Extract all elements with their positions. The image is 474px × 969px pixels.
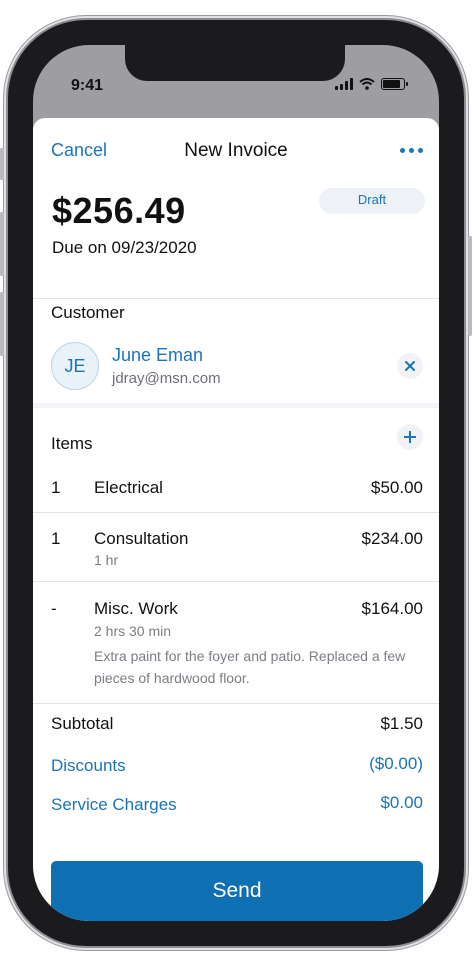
item-note: Extra paint for the foyer and patio. Rep… [94,648,406,686]
close-icon [405,361,415,371]
customer-label: Customer [51,303,125,322]
due-date: Due on 09/23/2020 [52,238,197,257]
battery-icon [381,78,408,90]
service-charges-value: $0.00 [380,793,423,812]
avatar: JE [51,342,99,390]
page-title: New Invoice [184,140,288,161]
divider [33,512,439,513]
volume-down-button [0,292,4,356]
send-button[interactable]: Send [51,861,423,921]
status-icons [335,78,408,90]
item-name: Misc. Work [94,599,178,618]
wifi-icon [359,78,375,90]
invoice-amount: $256.49 [52,190,186,231]
customer-email: jdray@msn.com [112,370,221,387]
item-quantity: 1 [51,478,61,497]
item-price: $50.00 [371,478,423,497]
item-quantity: 1 [51,529,61,548]
items-label: Items [51,434,93,453]
discounts-link[interactable]: Discounts [51,756,126,776]
item-price: $234.00 [361,529,423,548]
service-charges-link[interactable]: Service Charges [51,795,177,815]
customer-name[interactable]: June Eman [112,345,203,366]
status-time: 9:41 [71,77,104,94]
more-horizontal-icon[interactable] [400,148,423,153]
divider [33,298,439,299]
invoice-sheet: Cancel New Invoice $256.49 Draft Due on … [33,118,439,921]
remove-customer-button[interactable] [397,353,423,379]
phone-frame: 9:41 Cancel New Invoice $256.49 Draft Du… [0,20,472,946]
add-item-button[interactable] [397,424,423,450]
volume-up-button [0,212,4,276]
item-name: Consultation [94,529,189,548]
item-duration: 1 hr [94,552,119,568]
plus-icon [404,431,416,443]
notch [125,45,345,81]
item-name: Electrical [94,478,163,497]
discounts-value: ($0.00) [369,754,423,773]
item-price: $164.00 [361,599,423,618]
item-duration: 2 hrs 30 min [94,623,172,639]
signal-icon [335,78,353,90]
power-button [468,236,472,336]
item-quantity: - [51,599,57,618]
subtotal-label: Subtotal [51,714,114,733]
status-badge: Draft [319,188,425,214]
subtotal-value: $1.50 [380,714,423,733]
screen: 9:41 Cancel New Invoice $256.49 Draft Du… [33,45,439,921]
mute-switch [0,148,4,180]
section-divider [33,403,439,408]
divider [33,703,439,704]
divider [33,581,439,582]
